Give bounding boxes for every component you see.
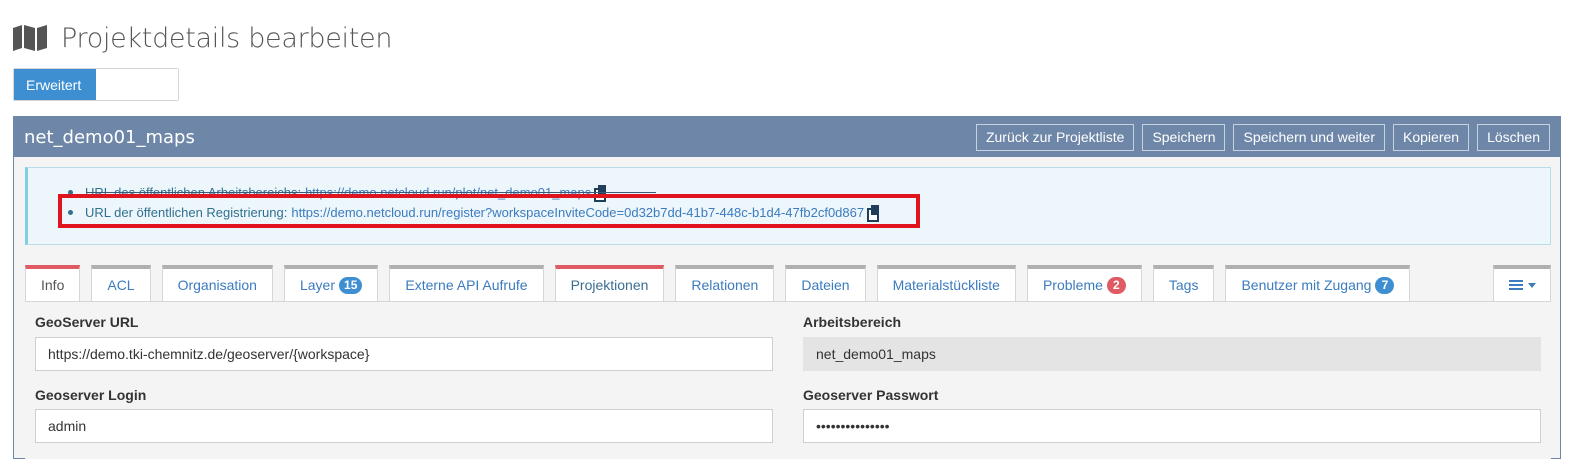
info-form: GeoServer URL https://demo.tki-chemnitz.…: [25, 301, 1551, 459]
tab-projections[interactable]: Projektionen: [554, 265, 665, 301]
page-header: Projektdetails bearbeiten: [13, 18, 392, 58]
tab-label: Probleme: [1042, 277, 1103, 293]
advanced-toggle-button[interactable]: Erweitert: [14, 69, 96, 100]
users-count-badge: 7: [1375, 276, 1395, 294]
tab-files[interactable]: Dateien: [785, 265, 866, 301]
view-toggle: Erweitert: [13, 68, 179, 101]
geoserver-password-label: Geoserver Passwort: [803, 387, 939, 403]
simple-toggle-button[interactable]: [96, 69, 178, 100]
tab-label: Externe API Aufrufe: [405, 277, 528, 293]
geoserver-url-label: GeoServer URL: [35, 314, 139, 330]
tab-bill-of-materials[interactable]: Materialstückliste: [876, 265, 1016, 301]
tab-tags[interactable]: Tags: [1152, 265, 1215, 301]
tab-users-with-access[interactable]: Benutzer mit Zugang 7: [1225, 265, 1411, 301]
tab-info[interactable]: Info: [25, 265, 81, 301]
page-title: Projektdetails bearbeiten: [61, 22, 393, 54]
panel-actions: Zurück zur Projektliste Speichern Speich…: [975, 123, 1550, 151]
tab-label: Tags: [1168, 277, 1199, 293]
workspace-label: Arbeitsbereich: [803, 314, 902, 330]
tab-label: Layer: [299, 277, 336, 293]
highlight-box: [58, 194, 920, 228]
save-button[interactable]: Speichern: [1142, 123, 1226, 151]
tab-organisation[interactable]: Organisation: [161, 265, 273, 301]
tab-label: Organisation: [177, 277, 257, 293]
tab-label: ACL: [107, 277, 135, 293]
back-to-list-button[interactable]: Zurück zur Projektliste: [975, 123, 1135, 151]
geoserver-login-label: Geoserver Login: [35, 387, 147, 403]
tabs-menu-button[interactable]: [1493, 265, 1551, 301]
workspace-input: net_demo01_maps: [803, 337, 1541, 371]
tab-label: Info: [41, 277, 65, 293]
layer-count-badge: 15: [339, 276, 363, 294]
caret-down-icon: [1527, 282, 1536, 288]
geoserver-url-input[interactable]: https://demo.tki-chemnitz.de/geoserver/{…: [35, 337, 773, 371]
tab-label: Benutzer mit Zugang: [1241, 277, 1372, 293]
geoserver-password-input[interactable]: •••••••••••••••: [803, 409, 1541, 443]
save-continue-button[interactable]: Speichern und weiter: [1233, 123, 1386, 151]
tab-relations[interactable]: Relationen: [675, 265, 775, 301]
tab-problems[interactable]: Probleme 2: [1026, 265, 1142, 301]
map-icon: [13, 25, 47, 51]
tab-acl[interactable]: ACL: [91, 265, 151, 301]
delete-button[interactable]: Löschen: [1477, 123, 1550, 151]
problems-count-badge: 2: [1106, 276, 1126, 294]
list-icon: [1508, 279, 1523, 291]
tab-label: Dateien: [801, 277, 850, 293]
copy-button[interactable]: Kopieren: [1393, 123, 1470, 151]
project-name: net_demo01_maps: [24, 126, 195, 148]
tab-label: Projektionen: [570, 277, 649, 293]
strike-line: [86, 192, 656, 193]
tab-layer[interactable]: Layer 15: [283, 265, 379, 301]
panel-heading: net_demo01_maps Zurück zur Projektliste …: [14, 117, 1560, 157]
tab-bar: Info ACL Organisation Layer 15 Externe AP…: [25, 263, 1551, 301]
tab-label: Materialstückliste: [892, 277, 1000, 293]
tab-label: Relationen: [691, 277, 759, 293]
tab-external-api[interactable]: Externe API Aufrufe: [389, 265, 544, 301]
project-panel: net_demo01_maps Zurück zur Projektliste …: [13, 116, 1561, 459]
geoserver-login-input[interactable]: admin: [35, 409, 773, 443]
